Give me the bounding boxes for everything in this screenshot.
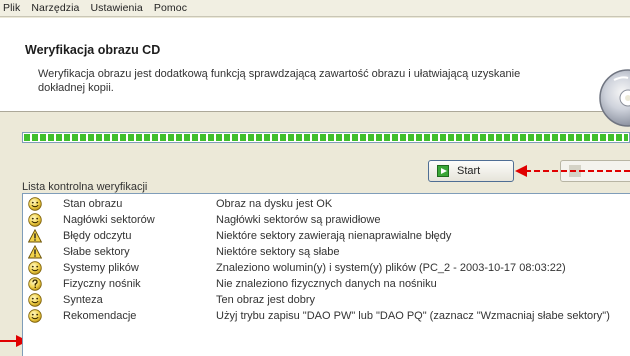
start-button[interactable]: Start: [428, 160, 514, 182]
verification-progress-bar: [22, 132, 630, 143]
checklist-label: Lista kontrolna weryfikacji: [22, 181, 148, 193]
start-button-label: Start: [457, 165, 481, 177]
checklist-row[interactable]: Nagłówki sektorów Nagłówki sektorów są pr…: [23, 212, 630, 228]
page-description: Weryfikacja obrazu jest dodatkową funkcj…: [38, 68, 521, 94]
checklist-row[interactable]: Błędy odczytu Niektóre sektory zawierają …: [23, 228, 630, 244]
checklist-item-value: Użyj trybu zapisu "DAO PW" lub "DAO PQ" …: [216, 310, 610, 322]
cd-disc-icon: [599, 69, 630, 127]
smiley-ok-icon: [28, 293, 42, 307]
checklist-item-name: Rekomendacje: [63, 310, 137, 322]
smiley-ok-icon: [28, 213, 42, 227]
checklist-row[interactable]: Synteza Ten obraz jest dobry: [23, 292, 630, 308]
checklist-item-value: Niektóre sektory zawierają nienaprawialn…: [216, 230, 452, 242]
checklist-row[interactable]: Stan obrazu Obraz na dysku jest OK: [23, 196, 630, 212]
question-icon: [28, 277, 42, 291]
checklist-item-value: Nie znaleziono fizycznych danych na nośn…: [216, 278, 437, 290]
smiley-ok-icon: [28, 261, 42, 275]
checklist-item-value: Niektóre sektory są słabe: [216, 246, 340, 258]
page-title: Weryfikacja obrazu CD: [25, 43, 161, 57]
menu-help[interactable]: Pomoc: [150, 2, 194, 14]
warning-icon: [27, 244, 43, 259]
verification-checklist: Stan obrazu Obraz na dysku jest OK Nagłówk…: [22, 193, 630, 356]
menu-settings[interactable]: Ustawienia: [87, 2, 150, 14]
smiley-ok-icon: [28, 309, 42, 323]
annotation-arrow-right: [515, 165, 630, 177]
checklist-row[interactable]: Systemy plików Znaleziono wolumin(y) i sy…: [23, 260, 630, 276]
checklist-item-name: Słabe sektory: [63, 246, 130, 258]
header-panel: Weryfikacja obrazu CD Weryfikacja obrazu…: [0, 18, 630, 127]
checklist-item-name: Nagłówki sektorów: [63, 214, 155, 226]
checklist-item-value: Znaleziono wolumin(y) i system(y) plików…: [216, 262, 566, 274]
menu-file[interactable]: Plik: [2, 2, 27, 14]
progress-fill: [24, 134, 628, 141]
checklist-item-name: Systemy plików: [63, 262, 139, 274]
checklist-row[interactable]: Rekomendacje Użyj trybu zapisu "DAO PW" l…: [23, 308, 630, 324]
smiley-ok-icon: [28, 197, 42, 211]
play-icon: [437, 165, 449, 177]
checklist-item-name: Synteza: [63, 294, 103, 306]
checklist-row[interactable]: Fizyczny nośnik Nie znaleziono fizycznych…: [23, 276, 630, 292]
checklist-row[interactable]: Słabe sektory Niektóre sektory są słabe: [23, 244, 630, 260]
checklist-item-name: Stan obrazu: [63, 198, 123, 210]
menu-tools[interactable]: Narzędzia: [27, 2, 86, 14]
menu-bar: Plik Narzędzia Ustawienia Pomoc: [0, 0, 630, 17]
checklist-item-name: Błędy odczytu: [63, 230, 132, 242]
checklist-item-name: Fizyczny nośnik: [63, 278, 141, 290]
checklist-item-value: Ten obraz jest dobry: [216, 294, 316, 306]
checklist-item-value: Obraz na dysku jest OK: [216, 198, 333, 210]
warning-icon: [27, 228, 43, 243]
checklist-item-value: Nagłówki sektorów są prawidłowe: [216, 214, 381, 226]
